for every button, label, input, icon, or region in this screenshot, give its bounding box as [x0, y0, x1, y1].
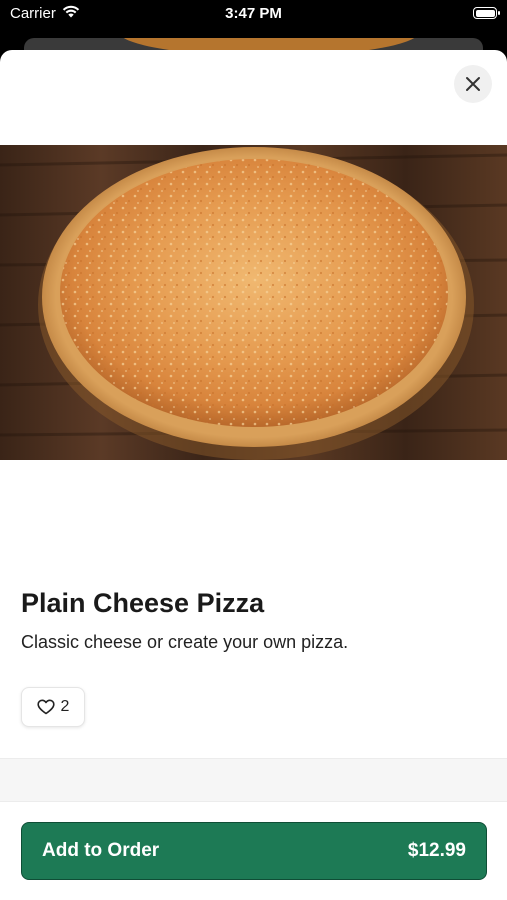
like-count: 2 [60, 698, 70, 715]
product-sheet: Plain Cheese Pizza Classic cheese or cre… [0, 50, 507, 900]
battery-icon [473, 7, 500, 19]
product-image [0, 145, 507, 460]
section-divider [0, 758, 507, 802]
price-label: $12.99 [407, 840, 466, 861]
add-to-order-label: Add to Order [42, 840, 160, 861]
close-button[interactable] [454, 65, 492, 103]
product-title: Plain Cheese Pizza [21, 588, 265, 618]
add-to-order-button[interactable]: Add to Order $12.99 [21, 822, 487, 880]
status-time: 3:47 PM [225, 5, 282, 22]
like-button[interactable]: 2 [21, 687, 85, 727]
product-description: Classic cheese or create your own pizza. [21, 632, 349, 652]
close-icon [466, 77, 480, 91]
status-bar: Carrier 3:47 PM [0, 0, 507, 30]
heart-outline-icon [36, 699, 55, 715]
